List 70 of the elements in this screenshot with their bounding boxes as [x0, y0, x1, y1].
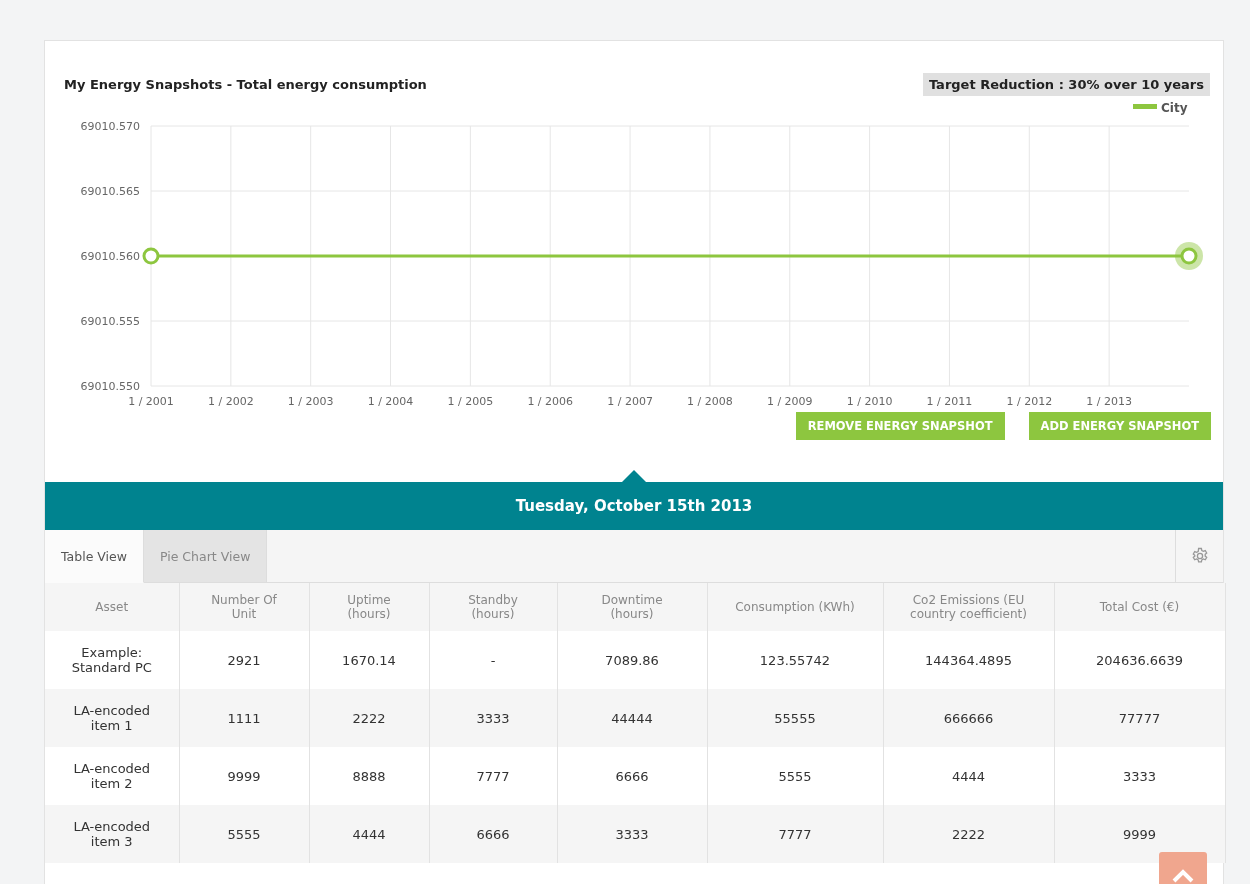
column-header: Consumption (KWh) [707, 583, 883, 631]
date-label: Tuesday, October 15th 2013 [515, 497, 753, 515]
table-cell: 3333 [557, 805, 707, 863]
add-snapshot-button[interactable]: ADD ENERGY SNAPSHOT [1028, 412, 1211, 440]
table-cell: 7777 [707, 805, 883, 863]
column-header: Uptime (hours) [309, 583, 429, 631]
y-tick-label: 69010.570 [80, 120, 140, 133]
table-cell: 5555 [707, 747, 883, 805]
table-cell: 3333 [429, 689, 557, 747]
view-tab[interactable]: Table View [45, 530, 144, 583]
table-cell: 144364.4895 [883, 631, 1054, 689]
table-cell: 204636.6639 [1054, 631, 1225, 689]
data-point [142, 247, 160, 265]
table-cell: 9999 [1054, 805, 1225, 863]
x-tick-label: 1 / 2007 [607, 395, 653, 408]
x-tick-label: 1 / 2010 [846, 395, 893, 408]
x-tick-label: 1 / 2011 [926, 395, 973, 408]
column-header: Downtime (hours) [557, 583, 707, 631]
y-tick-label: 69010.560 [80, 250, 140, 263]
x-tick-label: 1 / 2006 [527, 395, 574, 408]
table-cell: Example: Standard PC [45, 631, 179, 689]
x-tick-label: 1 / 2009 [766, 395, 813, 408]
table-cell: 2222 [309, 689, 429, 747]
table-cell: 1111 [179, 689, 309, 747]
table-cell: 1670.14 [309, 631, 429, 689]
column-header: Asset [45, 583, 179, 631]
table-cell: 5555 [179, 805, 309, 863]
x-tick-label: 1 / 2012 [1006, 395, 1053, 408]
settings-icon [1190, 547, 1209, 565]
chevron-up-icon [1172, 869, 1194, 883]
remove-snapshot-button[interactable]: REMOVE ENERGY SNAPSHOT [795, 412, 1005, 440]
table-cell: 2921 [179, 631, 309, 689]
view-tab[interactable]: Pie Chart View [143, 530, 268, 583]
chart-title: My Energy Snapshots - Total energy consumption [64, 77, 427, 92]
table-cell: 77777 [1054, 689, 1225, 747]
table-cell: 3333 [1054, 747, 1225, 805]
table-cell: 4444 [309, 805, 429, 863]
table-cell: 6666 [429, 805, 557, 863]
table-cell: 666666 [883, 689, 1054, 747]
table-cell: LA-encoded item 3 [45, 805, 179, 863]
column-header: Co2 Emissions (EU country coefficient) [883, 583, 1054, 631]
table-cell: 8888 [309, 747, 429, 805]
table-cell: 9999 [179, 747, 309, 805]
table-cell: LA-encoded item 1 [45, 689, 179, 747]
table-cell: 6666 [557, 747, 707, 805]
table-cell: 44444 [557, 689, 707, 747]
table-cell: 7777 [429, 747, 557, 805]
x-tick-label: 1 / 2004 [367, 395, 414, 408]
x-tick-label: 1 / 2013 [1086, 395, 1132, 408]
column-header: Total Cost (€) [1054, 583, 1225, 631]
y-tick-label: 69010.555 [80, 315, 140, 328]
table-cell: 2222 [883, 805, 1054, 863]
table-cell: LA-encoded item 2 [45, 747, 179, 805]
target-reduction-label: Target Reduction : 30% over 10 years [922, 73, 1210, 96]
table-cell: 55555 [707, 689, 883, 747]
data-point [1180, 247, 1198, 265]
legend-label: City [1161, 101, 1188, 115]
x-tick-label: 1 / 2002 [208, 395, 254, 408]
column-header: Number Of Unit [179, 583, 309, 631]
x-tick-label: 1 / 2008 [687, 395, 733, 408]
table-cell: 123.55742 [707, 631, 883, 689]
x-tick-label: 1 / 2003 [287, 395, 334, 408]
table-cell: 7089.86 [557, 631, 707, 689]
y-tick-label: 69010.550 [80, 380, 140, 393]
x-tick-label: 1 / 2005 [447, 395, 494, 408]
table-cell: - [429, 631, 557, 689]
table-cell: 4444 [883, 747, 1054, 805]
column-header: Standby (hours) [429, 583, 557, 631]
y-tick-label: 69010.565 [80, 185, 140, 198]
x-tick-label: 1 / 2001 [128, 395, 174, 408]
